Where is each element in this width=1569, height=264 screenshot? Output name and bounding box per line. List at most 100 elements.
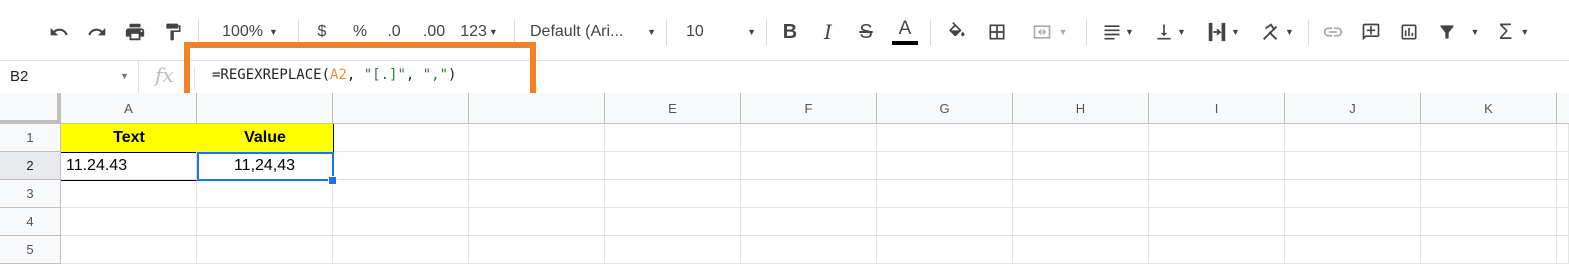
empty-cell[interactable] (1557, 180, 1569, 208)
column-header-b[interactable] (197, 93, 333, 124)
empty-cell[interactable] (1013, 152, 1149, 180)
empty-cell[interactable] (1421, 236, 1557, 264)
empty-cell[interactable] (605, 124, 741, 152)
vertical-align-icon[interactable]: ▼ (1148, 14, 1192, 50)
fill-color-icon[interactable] (942, 14, 972, 50)
empty-cell[interactable] (1285, 124, 1421, 152)
empty-cell[interactable] (333, 236, 469, 264)
filter-icon[interactable]: ▼ (1432, 14, 1484, 50)
text-wrapping-icon[interactable]: ▼ (1200, 14, 1246, 50)
empty-cell[interactable] (1421, 208, 1557, 236)
text-rotation-icon[interactable]: ▼ (1254, 14, 1300, 50)
row-header-3[interactable]: 3 (0, 180, 61, 208)
column-header-f[interactable]: F (741, 93, 877, 124)
empty-cell[interactable] (605, 152, 741, 180)
column-header-d[interactable] (469, 93, 605, 124)
empty-cell[interactable] (1557, 208, 1569, 236)
empty-cell[interactable] (1421, 180, 1557, 208)
column-header-j[interactable]: J (1285, 93, 1421, 124)
strikethrough-icon[interactable]: S (852, 14, 880, 50)
cell-a1[interactable]: Text (61, 124, 198, 153)
row-header-1[interactable]: 1 (0, 124, 61, 152)
select-all-corner[interactable] (0, 93, 61, 124)
empty-cell[interactable] (1013, 236, 1149, 264)
empty-cell[interactable] (1421, 124, 1557, 152)
empty-cell[interactable] (741, 236, 877, 264)
empty-cell[interactable] (877, 152, 1013, 180)
bold-icon[interactable]: B (776, 14, 804, 50)
empty-cell[interactable] (741, 152, 877, 180)
empty-cell[interactable] (1149, 180, 1285, 208)
print-icon[interactable] (120, 14, 150, 50)
empty-cell[interactable] (1149, 152, 1285, 180)
empty-cell[interactable] (741, 208, 877, 236)
fill-handle[interactable] (328, 176, 337, 185)
empty-cell[interactable] (1421, 152, 1557, 180)
merge-cells-icon[interactable]: ▼ (1022, 14, 1076, 50)
empty-cell[interactable] (1013, 208, 1149, 236)
empty-cell[interactable] (1149, 124, 1285, 152)
empty-cell[interactable] (605, 236, 741, 264)
empty-cell[interactable] (1557, 124, 1569, 152)
column-header-c[interactable] (333, 93, 469, 124)
column-header-k[interactable]: K (1421, 93, 1557, 124)
empty-cell[interactable] (1149, 208, 1285, 236)
empty-cell[interactable] (605, 208, 741, 236)
text-color-icon[interactable]: A (890, 14, 920, 50)
empty-cell[interactable] (61, 236, 197, 264)
empty-cell[interactable] (1285, 180, 1421, 208)
empty-cell[interactable] (197, 208, 333, 236)
empty-cell[interactable] (469, 236, 605, 264)
empty-cell[interactable] (61, 180, 197, 208)
row-header-4[interactable]: 4 (0, 208, 61, 236)
empty-cell[interactable] (1285, 152, 1421, 180)
column-header-g[interactable]: G (877, 93, 1013, 124)
empty-cell[interactable] (1557, 152, 1569, 180)
empty-cell[interactable] (333, 180, 469, 208)
row-header-5[interactable]: 5 (0, 236, 61, 264)
font-family-select[interactable]: Default (Ari... ▼ (530, 14, 656, 50)
insert-link-icon[interactable] (1318, 14, 1348, 50)
cell-a2[interactable]: 11.24.43 (61, 152, 197, 181)
empty-cell[interactable] (469, 208, 605, 236)
row-header-2[interactable]: 2 (0, 152, 61, 180)
empty-cell[interactable] (469, 152, 605, 180)
chevron-down-icon: ▼ (647, 27, 656, 37)
column-header-h[interactable]: H (1013, 93, 1149, 124)
name-box[interactable]: B2 ▼ (0, 61, 139, 93)
empty-cell[interactable] (61, 208, 197, 236)
cell-b1[interactable]: Value (197, 124, 334, 153)
empty-cell[interactable] (469, 124, 605, 152)
empty-cell[interactable] (469, 180, 605, 208)
empty-cell[interactable] (877, 180, 1013, 208)
empty-cell[interactable] (197, 180, 333, 208)
insert-comment-icon[interactable] (1356, 14, 1386, 50)
insert-chart-icon[interactable] (1394, 14, 1424, 50)
empty-cell[interactable] (877, 236, 1013, 264)
empty-cell[interactable] (741, 180, 877, 208)
redo-icon[interactable] (82, 14, 112, 50)
empty-cell[interactable] (1013, 180, 1149, 208)
functions-icon[interactable]: Σ ▼ (1494, 14, 1534, 50)
empty-cell[interactable] (605, 180, 741, 208)
column-header-a[interactable]: A (61, 93, 197, 124)
empty-cell[interactable] (741, 124, 877, 152)
font-size-select[interactable]: 10 ▼ (686, 14, 756, 50)
column-header-e[interactable]: E (605, 93, 741, 124)
horizontal-align-icon[interactable]: ▼ (1096, 14, 1140, 50)
empty-cell[interactable] (1557, 236, 1569, 264)
italic-icon[interactable]: I (814, 14, 842, 50)
empty-cell[interactable] (197, 236, 333, 264)
empty-cell[interactable] (1013, 124, 1149, 152)
column-header-i[interactable]: I (1149, 93, 1285, 124)
borders-icon[interactable] (982, 14, 1012, 50)
empty-cell[interactable] (1149, 236, 1285, 264)
empty-cell[interactable] (1285, 208, 1421, 236)
empty-cell[interactable] (333, 152, 469, 180)
undo-icon[interactable] (44, 14, 74, 50)
empty-cell[interactable] (333, 208, 469, 236)
empty-cell[interactable] (1285, 236, 1421, 264)
empty-cell[interactable] (877, 208, 1013, 236)
empty-cell[interactable] (333, 124, 469, 152)
empty-cell[interactable] (877, 124, 1013, 152)
